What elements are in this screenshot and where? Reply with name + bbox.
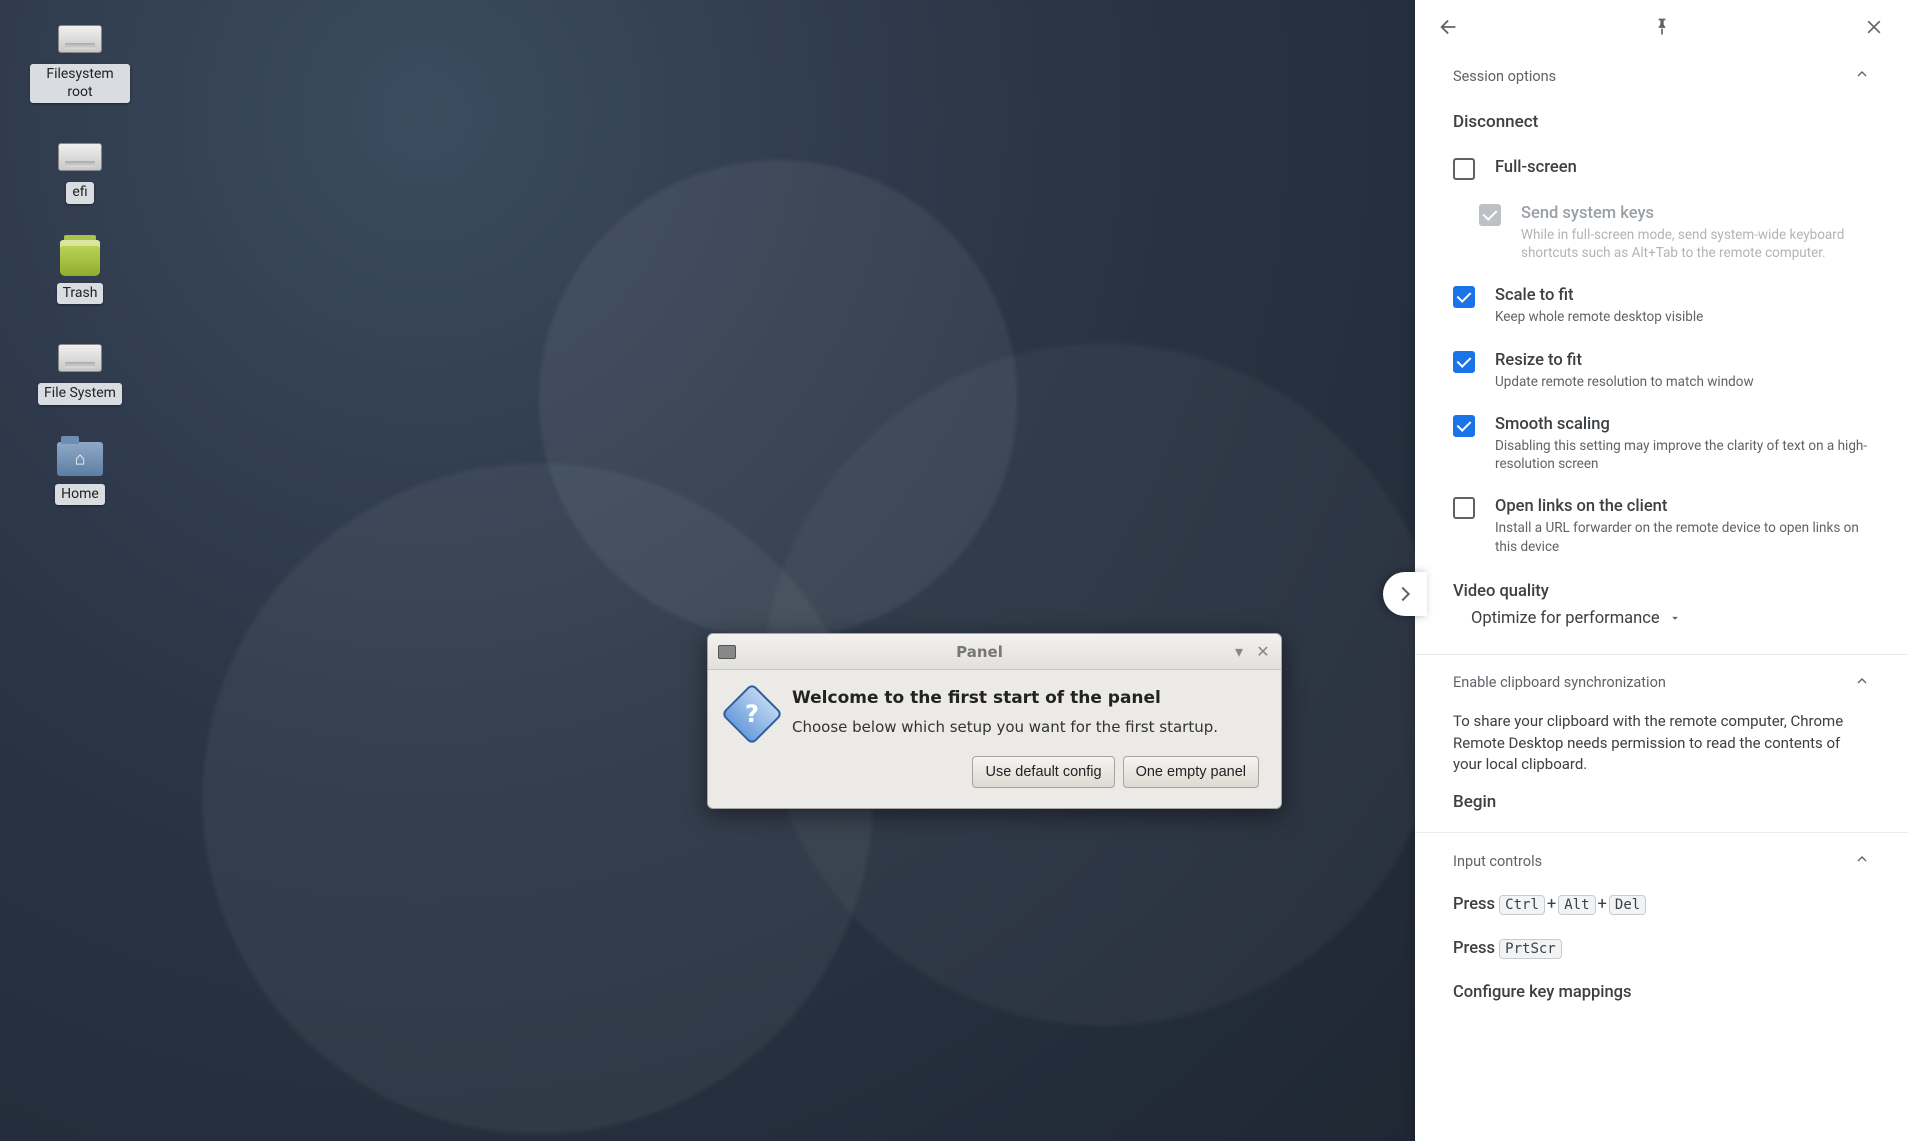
desktop-icon-filesystem-root[interactable]: Filesystem root: [25, 20, 135, 103]
section-title: Enable clipboard synchronization: [1453, 674, 1666, 691]
clipboard-section: To share your clipboard with the remote …: [1415, 705, 1908, 826]
option-label: Send system keys: [1521, 204, 1870, 223]
minimize-icon[interactable]: ▾: [1231, 644, 1247, 660]
option-label: Scale to fit: [1495, 286, 1703, 305]
session-options-header[interactable]: Session options: [1415, 54, 1908, 98]
fullscreen-checkbox[interactable]: [1453, 158, 1475, 180]
fullscreen-option[interactable]: Full-screen: [1453, 146, 1870, 192]
drive-icon: [56, 138, 104, 176]
arrow-left-icon: [1438, 16, 1460, 38]
dropdown-icon: [1668, 611, 1682, 625]
smooth-scaling-checkbox[interactable]: [1453, 415, 1475, 437]
remote-desktop-options-panel: Session options Disconnect Full-screen S…: [1415, 0, 1908, 1141]
option-label: Resize to fit: [1495, 351, 1754, 370]
panel-first-start-dialog: Panel ▾ ✕ ? Welcome to the first start o…: [707, 633, 1282, 809]
divider: [1415, 654, 1908, 655]
pin-button[interactable]: [1648, 13, 1676, 41]
scale-to-fit-option[interactable]: Scale to fit Keep whole remote desktop v…: [1453, 274, 1870, 338]
dialog-body: ? Welcome to the first start of the pane…: [708, 670, 1281, 808]
option-description: Keep whole remote desktop visible: [1495, 308, 1703, 326]
smooth-scaling-option[interactable]: Smooth scaling Disabling this setting ma…: [1453, 403, 1870, 485]
use-default-config-button[interactable]: Use default config: [972, 756, 1114, 788]
section-title: Input controls: [1453, 853, 1542, 870]
configure-key-mappings-button[interactable]: Configure key mappings: [1453, 971, 1870, 1014]
one-empty-panel-button[interactable]: One empty panel: [1123, 756, 1259, 788]
panel-collapse-button[interactable]: [1383, 572, 1427, 616]
clipboard-section-header[interactable]: Enable clipboard synchronization: [1415, 661, 1908, 705]
chevron-up-icon: [1854, 673, 1870, 693]
desktop-icon-home[interactable]: ⌂ Home: [25, 440, 135, 506]
drive-icon: [56, 339, 104, 377]
option-description: Install a URL forwarder on the remote de…: [1495, 519, 1870, 555]
video-quality-option: Video quality Optimize for performance: [1453, 568, 1870, 648]
chevron-up-icon: [1854, 66, 1870, 86]
question-icon: ?: [721, 683, 783, 745]
begin-clipboard-button[interactable]: Begin: [1453, 778, 1870, 826]
drive-icon: [56, 20, 104, 58]
desktop-icon-filesystem[interactable]: File System: [25, 339, 135, 405]
option-label: Video quality: [1453, 582, 1870, 601]
icon-label: Trash: [57, 283, 104, 305]
dialog-heading: Welcome to the first start of the panel: [792, 688, 1218, 708]
icon-label: efi: [66, 182, 93, 204]
desktop-icon-efi[interactable]: efi: [25, 138, 135, 204]
icon-label: Filesystem root: [30, 64, 130, 103]
press-prtscr-button[interactable]: Press PrtScr: [1453, 927, 1870, 971]
press-label: Press: [1453, 895, 1495, 914]
option-description: Update remote resolution to match window: [1495, 373, 1754, 391]
key-prtscr: PrtScr: [1499, 939, 1562, 959]
input-controls-section: Press Ctrl+Alt+Del Press PrtScr Configur…: [1415, 883, 1908, 1014]
send-system-keys-option: Send system keys While in full-screen mo…: [1453, 192, 1870, 274]
send-system-keys-checkbox: [1479, 204, 1501, 226]
icon-label: Home: [55, 484, 105, 506]
trash-icon: [56, 239, 104, 277]
option-description: Disabling this setting may improve the c…: [1495, 437, 1870, 473]
option-label: Smooth scaling: [1495, 415, 1870, 434]
session-options-section: Disconnect Full-screen Send system keys …: [1415, 98, 1908, 648]
input-controls-header[interactable]: Input controls: [1415, 839, 1908, 883]
dialog-title: Panel: [736, 643, 1223, 661]
close-icon: [1864, 17, 1884, 37]
home-folder-icon: ⌂: [56, 440, 104, 478]
chevron-up-icon: [1854, 851, 1870, 871]
option-label: Open links on the client: [1495, 497, 1870, 516]
dialog-message: Choose below which setup you want for th…: [792, 718, 1218, 736]
remote-desktop[interactable]: Filesystem root efi Trash File System ⌂ …: [0, 0, 1415, 1141]
section-title: Session options: [1453, 68, 1556, 85]
divider: [1415, 832, 1908, 833]
option-description: While in full-screen mode, send system-w…: [1521, 226, 1870, 262]
press-label: Press: [1453, 939, 1495, 958]
close-panel-button[interactable]: [1860, 13, 1888, 41]
video-quality-select[interactable]: Optimize for performance: [1453, 609, 1870, 628]
press-ctrl-alt-del-button[interactable]: Press Ctrl+Alt+Del: [1453, 883, 1870, 927]
dialog-titlebar[interactable]: Panel ▾ ✕: [708, 634, 1281, 670]
panel-header: [1415, 0, 1908, 54]
desktop-icons: Filesystem root efi Trash File System ⌂ …: [25, 20, 135, 540]
clipboard-description: To share your clipboard with the remote …: [1453, 705, 1870, 778]
desktop-icon-trash[interactable]: Trash: [25, 239, 135, 305]
open-links-option[interactable]: Open links on the client Install a URL f…: [1453, 485, 1870, 567]
back-button[interactable]: [1435, 13, 1463, 41]
chevron-right-icon: [1394, 583, 1416, 605]
window-icon: [718, 645, 736, 659]
open-links-checkbox[interactable]: [1453, 497, 1475, 519]
disconnect-button[interactable]: Disconnect: [1453, 98, 1870, 146]
resize-to-fit-option[interactable]: Resize to fit Update remote resolution t…: [1453, 339, 1870, 403]
pin-icon: [1652, 17, 1672, 37]
option-label: Full-screen: [1495, 158, 1577, 177]
key-alt: Alt: [1558, 895, 1595, 915]
select-value: Optimize for performance: [1471, 609, 1660, 628]
key-ctrl: Ctrl: [1499, 895, 1545, 915]
key-del: Del: [1609, 895, 1646, 915]
icon-label: File System: [38, 383, 122, 405]
resize-to-fit-checkbox[interactable]: [1453, 351, 1475, 373]
close-icon[interactable]: ✕: [1255, 644, 1271, 660]
scale-to-fit-checkbox[interactable]: [1453, 286, 1475, 308]
